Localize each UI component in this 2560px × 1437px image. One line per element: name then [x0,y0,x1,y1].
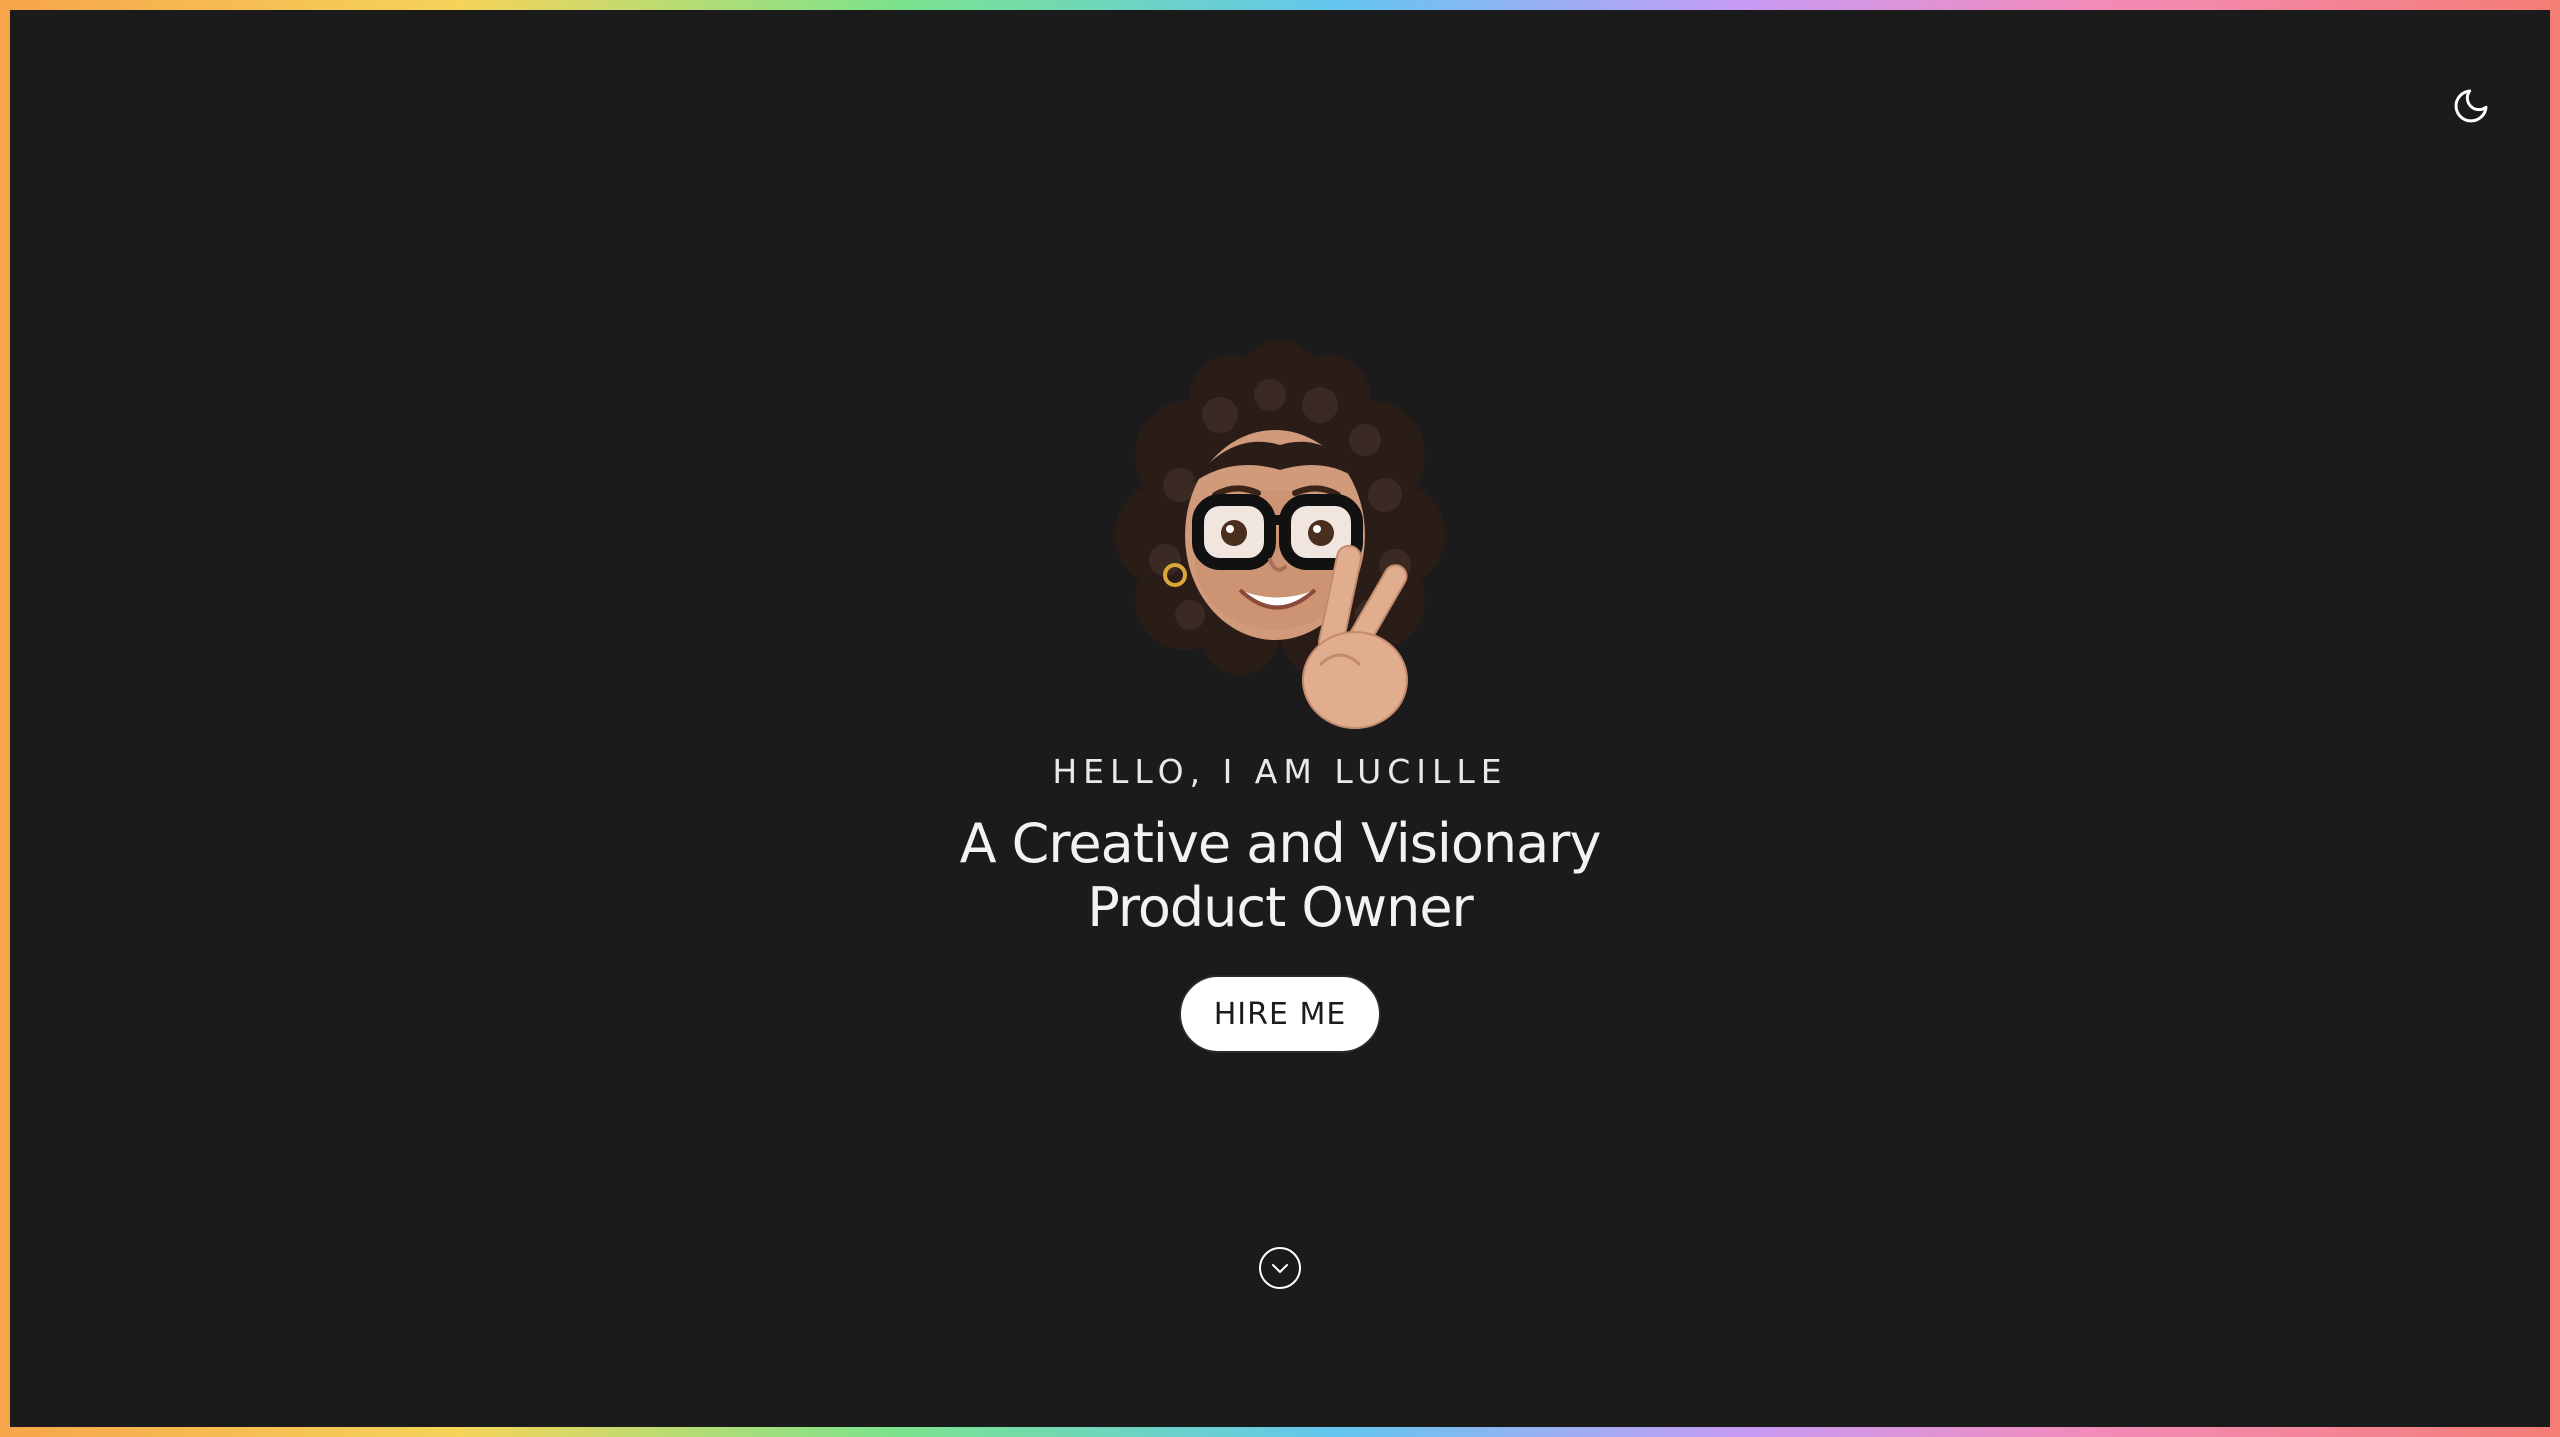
chevron-down-circle-icon[interactable] [1258,1246,1302,1290]
headline: A Creative and Visionary Product Owner [10,812,2550,940]
hero-section: HELLO, I AM LUCILLE A Creative and Visio… [10,10,2550,1427]
hire-me-button[interactable]: HIRE ME [1179,975,1381,1053]
memoji-avatar-icon [1115,340,1445,729]
greeting-text: HELLO, I AM LUCILLE [1052,752,1508,791]
rainbow-border-frame: HELLO, I AM LUCILLE A Creative and Visio… [0,0,2560,1437]
headline-line-2: Product Owner [1087,876,1474,939]
page-canvas: HELLO, I AM LUCILLE A Creative and Visio… [10,10,2550,1427]
headline-line-1: A Creative and Visionary [959,812,1602,875]
